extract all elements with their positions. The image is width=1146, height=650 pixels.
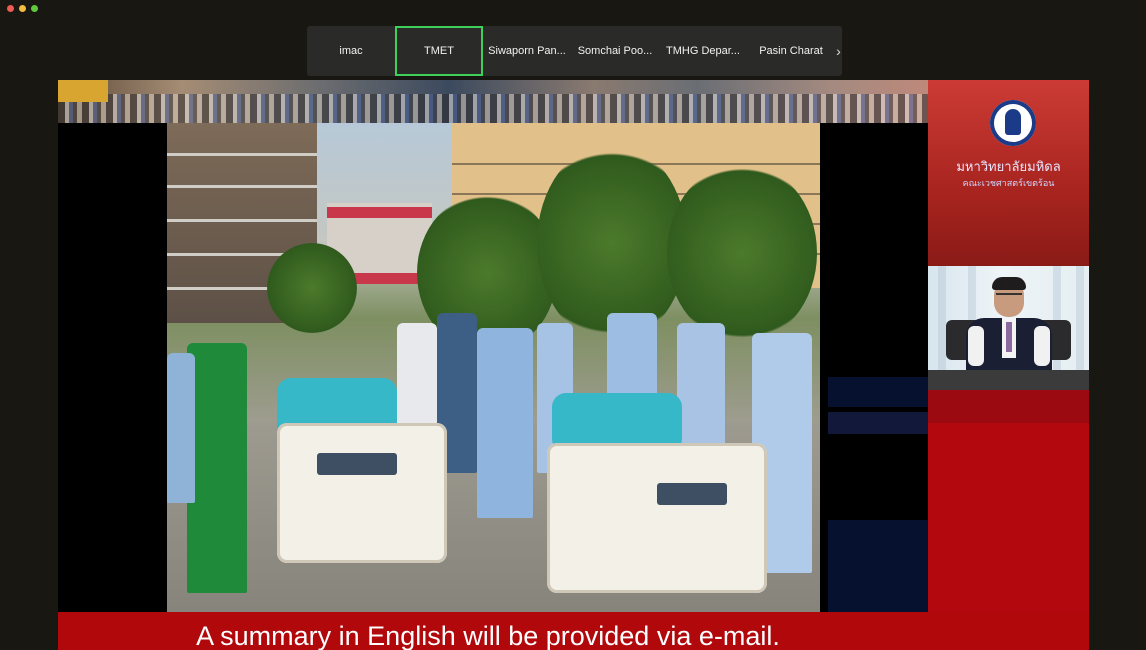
participant-tile-tmet[interactable]: TMET: [395, 26, 483, 76]
participant-name: imac: [339, 45, 363, 57]
participant-name: Pasin Charat: [759, 45, 823, 57]
participant-name: TMET: [424, 45, 454, 57]
participant-name: TMHG Depar...: [666, 45, 740, 57]
chevron-right-icon[interactable]: ›: [835, 26, 842, 76]
slide-photo-hospital-evacuation: [167, 123, 820, 612]
speaker-video-thumbnail: [928, 266, 1089, 390]
participant-tile-tmhg[interactable]: TMHG Depar...: [659, 26, 747, 76]
red-slide-panel: [928, 390, 1089, 612]
participant-name: Siwaporn Pan...: [488, 45, 566, 57]
close-window-button[interactable]: [7, 5, 14, 12]
faculty-logo-thumbnail: มหาวิทยาลัยมหิดล คณะเวชศาสตร์เขตร้อน: [928, 80, 1089, 266]
participant-tile-imac[interactable]: imac: [307, 26, 395, 76]
participant-gallery-strip: imac TMET Siwaporn Pan... Somchai Poo...…: [307, 26, 842, 76]
participant-tile-somchai[interactable]: Somchai Poo...: [571, 26, 659, 76]
shared-screen: มหาวิทยาลัยมหิดล คณะเวชศาสตร์เขตร้อน A s…: [58, 80, 1089, 650]
logo-text-line2: คณะเวชศาสตร์เขตร้อน: [962, 179, 1055, 189]
participant-tile-pasin[interactable]: Pasin Charat: [747, 26, 835, 76]
minimize-window-button[interactable]: [19, 5, 26, 12]
window-controls: [7, 5, 38, 12]
university-emblem-icon: [990, 100, 1036, 146]
zoom-window-button[interactable]: [31, 5, 38, 12]
slide-caption: A summary in English will be provided vi…: [196, 621, 780, 650]
participant-name: Somchai Poo...: [577, 45, 653, 57]
participant-tile-siwaporn[interactable]: Siwaporn Pan...: [483, 26, 571, 76]
logo-text-line1: มหาวิทยาลัยมหิดล: [956, 160, 1061, 175]
